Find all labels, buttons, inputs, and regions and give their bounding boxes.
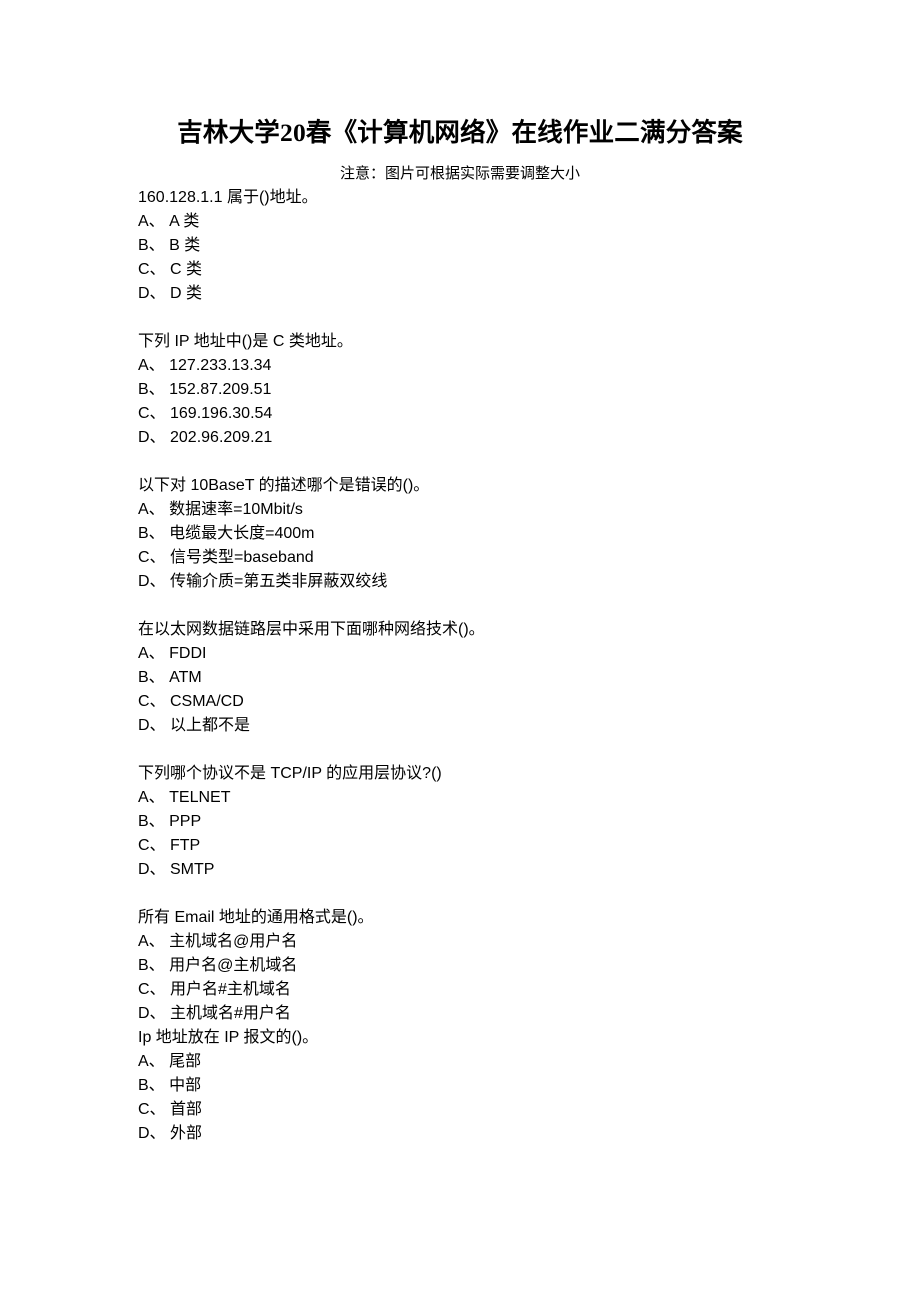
question-stem: 下列 IP 地址中()是 C 类地址。 [138,333,353,350]
question-option[interactable]: C、 用户名#主机域名 [138,978,782,1002]
question-stem: 下列哪个协议不是 TCP/IP 的应用层协议?() [138,765,442,782]
question-option[interactable]: B、 PPP [138,810,782,834]
question-stem: 所有 Email 地址的通用格式是()。 [138,909,374,926]
question-option[interactable]: B、 152.87.209.51 [138,378,782,402]
document-page: 吉林大学20春《计算机网络》在线作业二满分答案 注意：图片可根据实际需要调整大小… [0,0,920,1302]
page-title: 吉林大学20春《计算机网络》在线作业二满分答案 [177,118,743,147]
question-option[interactable]: D、 外部 [138,1122,782,1146]
question-option[interactable]: A、 尾部 [138,1050,782,1074]
question-stem: Ip 地址放在 IP 报文的()。 [138,1029,319,1046]
question-block: 下列 IP 地址中()是 C 类地址。 A、 127.233.13.34 B、 15… [138,330,782,450]
question-option[interactable]: C、 C 类 [138,258,782,282]
question-option[interactable]: D、 主机域名#用户名 [138,1002,782,1026]
question-option[interactable]: C、 CSMA/CD [138,690,782,714]
question-option[interactable]: C、 169.196.30.54 [138,402,782,426]
question-block: 160.128.1.1 属于()地址。 A、 A 类 B、 B 类 C、 C 类 D、 … [138,186,782,306]
question-block: 在以太网数据链路层中采用下面哪种网络技术()。 A、 FDDI B、 ATM C、 C… [138,618,782,738]
question-stem: 在以太网数据链路层中采用下面哪种网络技术()。 [138,621,485,638]
question-option[interactable]: D、 传输介质=第五类非屏蔽双绞线 [138,570,782,594]
question-option[interactable]: C、 信号类型=baseband [138,546,782,570]
question-option[interactable]: A、 A 类 [138,210,782,234]
question-option[interactable]: A、 TELNET [138,786,782,810]
question-option[interactable]: D、 SMTP [138,858,782,882]
document-subtitle-note: 注意：图片可根据实际需要调整大小 [339,166,580,182]
question-block: 以下对 10BaseT 的描述哪个是错误的()。 A、 数据速率=10Mbit/s… [138,474,782,594]
question-option[interactable]: B、 ATM [138,666,782,690]
question-option[interactable]: D、 202.96.209.21 [138,426,782,450]
question-option[interactable]: C、 首部 [138,1098,782,1122]
question-option[interactable]: A、 127.233.13.34 [138,354,782,378]
question-block: 所有 Email 地址的通用格式是()。 A、 主机域名@用户名 B、 用户名@主机… [138,906,782,1026]
question-option[interactable]: A、 主机域名@用户名 [138,930,782,954]
question-stem: 以下对 10BaseT 的描述哪个是错误的()。 [138,477,430,494]
question-stem: 160.128.1.1 属于()地址。 [138,189,318,206]
question-option[interactable]: A、 FDDI [138,642,782,666]
question-option[interactable]: A、 数据速率=10Mbit/s [138,498,782,522]
question-option[interactable]: B、 中部 [138,1074,782,1098]
question-option[interactable]: B、 B 类 [138,234,782,258]
question-option[interactable]: D、 D 类 [138,282,782,306]
question-option[interactable]: C、 FTP [138,834,782,858]
question-block: Ip 地址放在 IP 报文的()。 A、 尾部 B、 中部 C、 首部 D、 外部 [138,1026,782,1146]
question-list: 160.128.1.1 属于()地址。 A、 A 类 B、 B 类 C、 C 类 D、 … [138,186,782,1146]
question-option[interactable]: D、 以上都不是 [138,714,782,738]
question-option[interactable]: B、 电缆最大长度=400m [138,522,782,546]
question-block: 下列哪个协议不是 TCP/IP 的应用层协议?() A、 TELNET B、 PPP… [138,762,782,882]
question-option[interactable]: B、 用户名@主机域名 [138,954,782,978]
